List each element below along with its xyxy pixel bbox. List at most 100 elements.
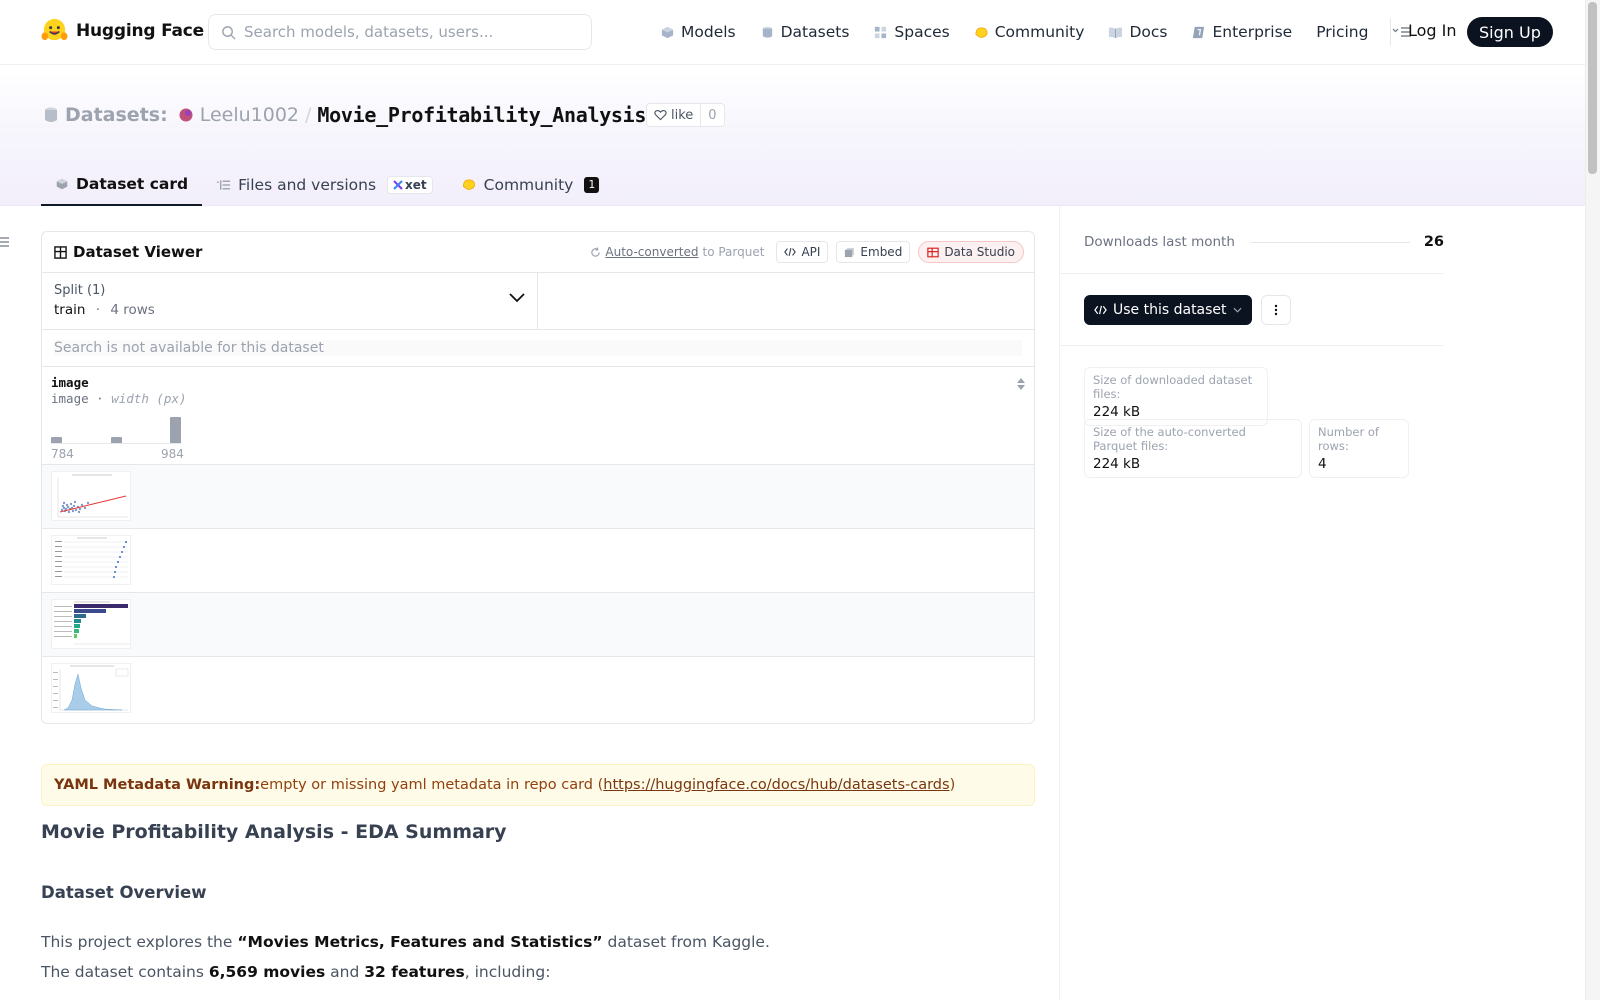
stat-value: 224 kB — [1093, 456, 1141, 472]
xet-icon — [393, 179, 403, 190]
viewer-title: Dataset Viewer — [54, 243, 202, 261]
nav-community[interactable]: Community — [974, 23, 1084, 41]
tab-files-label: Files and versions — [238, 175, 377, 194]
data-studio-button[interactable]: Data Studio — [918, 241, 1024, 263]
table-row[interactable] — [42, 465, 1034, 529]
p2-movie-count: 6,569 movies — [208, 963, 326, 981]
api-button[interactable]: API — [776, 241, 829, 263]
more-options-button[interactable] — [1261, 295, 1291, 325]
tab-dataset-card[interactable]: Dataset card — [41, 163, 203, 206]
split-empty-area — [538, 273, 1034, 329]
dot-plot-thumbnail-icon — [52, 536, 130, 584]
split-row: Split (1) train · 4 rows — [42, 273, 1034, 330]
histogram-bar[interactable] — [110, 436, 122, 443]
nav-spaces[interactable]: Spaces — [873, 23, 950, 41]
breadcrumb-user[interactable]: Leelu1002 — [200, 104, 299, 126]
bar-chart-thumbnail-icon — [52, 600, 130, 648]
xet-badge[interactable]: xet — [387, 175, 433, 194]
community-icon — [975, 26, 988, 38]
image-thumbnail[interactable] — [51, 471, 131, 521]
scrollbar-thumb[interactable] — [1588, 2, 1597, 174]
dataset-icon — [45, 107, 57, 122]
table-row[interactable] — [42, 657, 1034, 721]
page-scrollbar[interactable] — [1585, 0, 1600, 1000]
like-button[interactable]: like 0 — [646, 103, 725, 127]
downloads-sparkline — [1250, 241, 1410, 243]
nav-enterprise-label: Enterprise — [1212, 23, 1293, 41]
histogram-max-label: 984 — [161, 447, 184, 461]
viewer-search-input[interactable] — [54, 340, 1022, 356]
downloads-label: Downloads last month — [1084, 234, 1235, 250]
p1-text-a: This project explores the — [41, 933, 238, 951]
viewer-actions: Auto-converted to Parquet API Embed Data… — [590, 241, 1024, 263]
like-toggle[interactable]: like — [647, 104, 702, 126]
like-count[interactable]: 0 — [701, 108, 723, 123]
table-icon — [54, 245, 67, 259]
nav-links: Models Datasets Spaces Community Docs En… — [660, 20, 1412, 44]
breadcrumb: Datasets: Leelu1002 / Movie_Profitabilit… — [43, 103, 674, 127]
viewer-title-text: Dataset Viewer — [73, 243, 203, 261]
community-count-badge: 1 — [584, 176, 600, 193]
global-search[interactable] — [208, 14, 592, 50]
image-thumbnail[interactable] — [51, 599, 131, 649]
repo-name[interactable]: Movie_Profitability_Analysis — [317, 103, 646, 127]
auto-converted-note: Auto-converted to Parquet — [590, 245, 764, 259]
use-this-dataset-button[interactable]: Use this dataset — [1084, 295, 1252, 325]
split-selector[interactable]: Split (1) train · 4 rows — [42, 273, 538, 329]
histogram-bar[interactable] — [170, 417, 181, 443]
user-avatar[interactable] — [178, 107, 194, 123]
embed-icon — [845, 247, 855, 257]
tab-community-label: Community — [483, 175, 574, 194]
stat-label: Number of rows: — [1318, 425, 1379, 453]
nav-models[interactable]: Models — [660, 23, 736, 41]
api-label: API — [801, 245, 821, 259]
p2-feature-count: 32 features — [364, 963, 465, 981]
nav-docs[interactable]: Docs — [1108, 23, 1167, 41]
kebab-menu-icon — [1274, 304, 1278, 316]
top-navbar: Hugging Face Models Datasets Spaces Comm… — [0, 0, 1585, 65]
home-logo[interactable]: Hugging Face — [41, 17, 204, 44]
dataset-card-icon — [56, 178, 68, 189]
tab-files-and-versions[interactable]: Files and versions xet — [202, 163, 447, 206]
heart-icon — [654, 110, 667, 121]
sort-icon[interactable] — [1016, 377, 1026, 391]
use-this-dataset-label: Use this dataset — [1113, 302, 1227, 318]
width-histogram — [51, 416, 181, 444]
stat-parquet-size: Size of the auto-converted Parquet files… — [1084, 419, 1302, 478]
nav-pricing-label: Pricing — [1316, 23, 1369, 41]
tab-community[interactable]: Community 1 — [447, 163, 614, 206]
embed-label: Embed — [860, 245, 903, 259]
code-icon — [784, 248, 797, 256]
toc-toggle-icon[interactable] — [0, 236, 10, 248]
column-header-image[interactable]: image image · width (px) 784 984 — [42, 367, 1034, 465]
split-value: train · 4 rows — [54, 302, 525, 318]
image-thumbnail[interactable] — [51, 535, 131, 585]
image-thumbnail[interactable] — [51, 663, 131, 713]
split-row-count: 4 rows — [110, 302, 155, 318]
refresh-icon — [591, 246, 601, 257]
nav-enterprise[interactable]: Enterprise — [1191, 23, 1292, 41]
column-type-name: image — [51, 391, 89, 406]
nav-pricing[interactable]: Pricing — [1316, 23, 1368, 41]
table-row[interactable] — [42, 593, 1034, 657]
login-link[interactable]: Log In — [1408, 21, 1457, 40]
p2-text-e: , including: — [464, 963, 551, 981]
nav-datasets[interactable]: Datasets — [760, 23, 849, 41]
warning-docs-link[interactable]: https://huggingface.co/docs/hub/datasets… — [603, 777, 949, 793]
datasets-icon — [762, 26, 772, 38]
histogram-bar[interactable] — [51, 436, 62, 443]
chevron-down-icon — [509, 293, 525, 303]
embed-button[interactable]: Embed — [836, 241, 911, 263]
nav-divider — [1390, 18, 1391, 46]
sidebar-divider — [1060, 345, 1444, 346]
signup-button[interactable]: Sign Up — [1467, 17, 1553, 47]
breadcrumb-section[interactable]: Datasets: — [65, 104, 168, 126]
card-heading: Movie Profitability Analysis - EDA Summa… — [41, 821, 507, 843]
auto-converted-rest: to Parquet — [702, 245, 765, 259]
auto-converted-link[interactable]: Auto-converted — [605, 245, 698, 259]
search-input[interactable] — [244, 23, 574, 41]
nav-models-label: Models — [681, 23, 736, 41]
warning-close: ) — [949, 777, 956, 793]
table-row[interactable] — [42, 529, 1034, 593]
scatter-plot-thumbnail-icon — [52, 472, 130, 520]
